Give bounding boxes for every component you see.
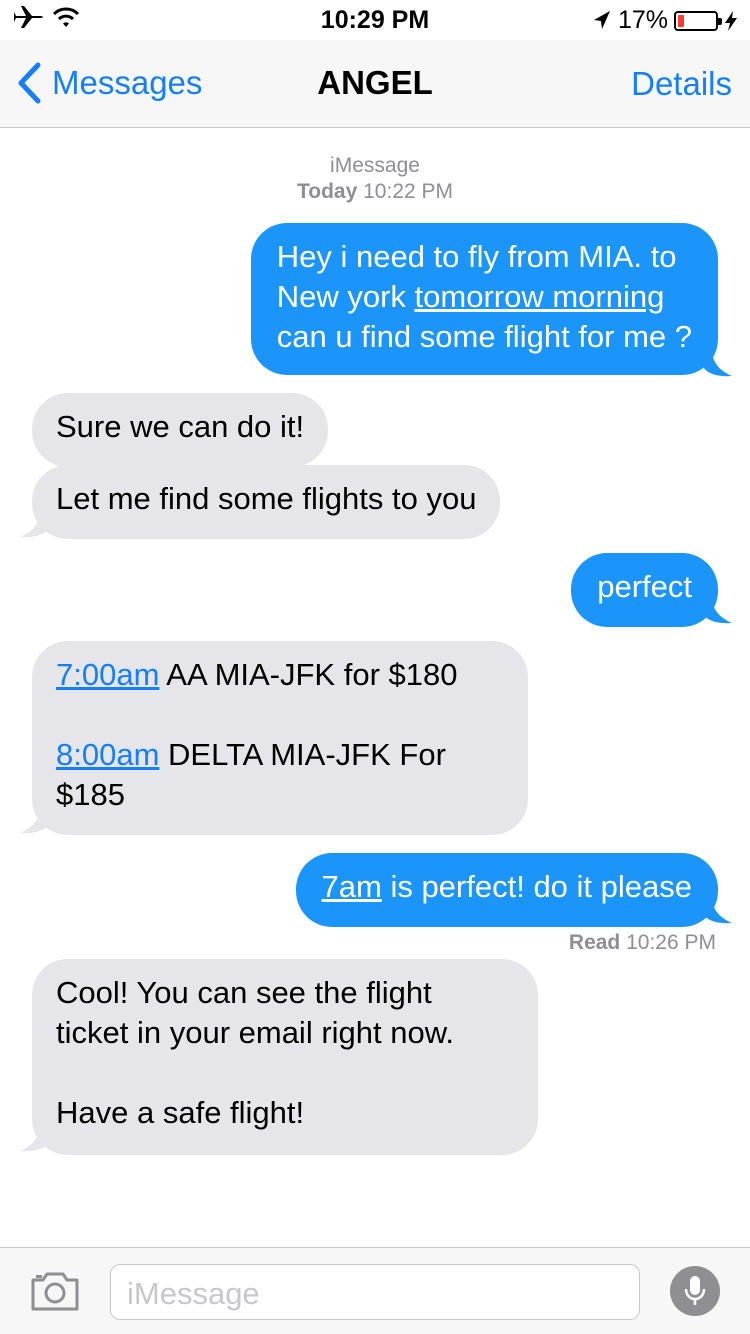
time-link[interactable]: 8:00am — [56, 737, 159, 772]
flight-option: 7:00am AA MIA-JFK for $180 — [56, 655, 504, 695]
read-time: 10:26 PM — [626, 931, 716, 954]
received-bubble-tail — [20, 505, 48, 538]
message-line: New york tomorrow morning — [277, 277, 692, 317]
timestamp-time: 10:22 PM — [363, 180, 454, 203]
flight-text: DELTA MIA-JFK For — [159, 737, 446, 772]
time-link[interactable]: 7:00am — [56, 657, 159, 692]
flight-option: 8:00am DELTA MIA-JFK For $185 — [56, 735, 504, 815]
received-bubble-tail — [20, 1119, 48, 1152]
received-bubble-tail — [20, 801, 48, 834]
sent-message[interactable]: perfect — [571, 553, 718, 627]
microphone-button[interactable] — [670, 1266, 720, 1316]
message-text: 7am is perfect! do it please — [322, 867, 692, 907]
status-bar: 10:29 PM 17% — [0, 0, 750, 40]
sent-bubble-tail — [704, 891, 732, 924]
message-text: Let me find some flights to you — [56, 481, 477, 516]
charging-bolt-icon — [725, 10, 737, 31]
time-link[interactable]: 7am — [322, 869, 382, 904]
nav-bar: Messages ANGEL Details — [0, 40, 750, 128]
sent-bubble-tail — [704, 591, 732, 624]
flight-text: AA MIA-JFK for $180 — [159, 657, 458, 692]
message-input[interactable]: iMessage — [110, 1264, 640, 1320]
message-line: Cool! You can see the flight — [56, 975, 432, 1010]
battery-icon — [674, 10, 722, 31]
location-arrow-icon — [593, 10, 610, 29]
message-line: Hey i need to fly from MIA. to — [276, 239, 677, 274]
message-text: perfect — [597, 569, 692, 604]
camera-icon[interactable] — [30, 1270, 80, 1312]
date-link[interactable]: tomorrow morning — [415, 279, 665, 314]
details-button[interactable]: Details — [631, 65, 732, 103]
microphone-icon — [684, 1276, 706, 1305]
received-message[interactable]: Cool! You can see the flight ticket in y… — [32, 959, 538, 1155]
message-line: Have a safe flight! — [56, 1095, 305, 1130]
flight-price: $185 — [56, 777, 125, 812]
read-receipt: Read 10:26 PM — [569, 931, 716, 955]
battery-tip — [718, 17, 722, 25]
message-text: Sure we can do it! — [56, 409, 305, 444]
battery-percent: 17% — [617, 6, 668, 34]
received-message[interactable]: Let me find some flights to you — [32, 465, 501, 539]
timestamp-day: Today — [296, 180, 358, 203]
battery-level — [678, 14, 684, 27]
read-label: Read — [568, 931, 621, 954]
thread-timestamp: Today 10:22 PM — [0, 179, 750, 205]
message-thread[interactable]: iMessage Today 10:22 PM Hey i need to fl… — [0, 129, 750, 1247]
service-label: iMessage — [330, 154, 420, 177]
message-rest: is perfect! do it please — [381, 869, 692, 904]
status-right: 17% — [592, 6, 738, 35]
sent-message[interactable]: 7am is perfect! do it please — [295, 853, 718, 927]
message-line: ticket in your email right now. — [56, 1015, 455, 1050]
message-line: can u find some flight for me ? — [276, 319, 692, 354]
message-input-placeholder: iMessage — [127, 1276, 260, 1311]
received-message[interactable]: Sure we can do it! — [32, 393, 329, 467]
sent-bubble-tail — [704, 344, 732, 377]
compose-bar: iMessage — [0, 1247, 750, 1334]
received-message-flights[interactable]: 7:00am AA MIA-JFK for $180 8:00am DELTA … — [32, 641, 528, 835]
sent-message[interactable]: Hey i need to fly from MIA. to New york … — [250, 223, 718, 375]
message-text: New york — [276, 279, 415, 314]
